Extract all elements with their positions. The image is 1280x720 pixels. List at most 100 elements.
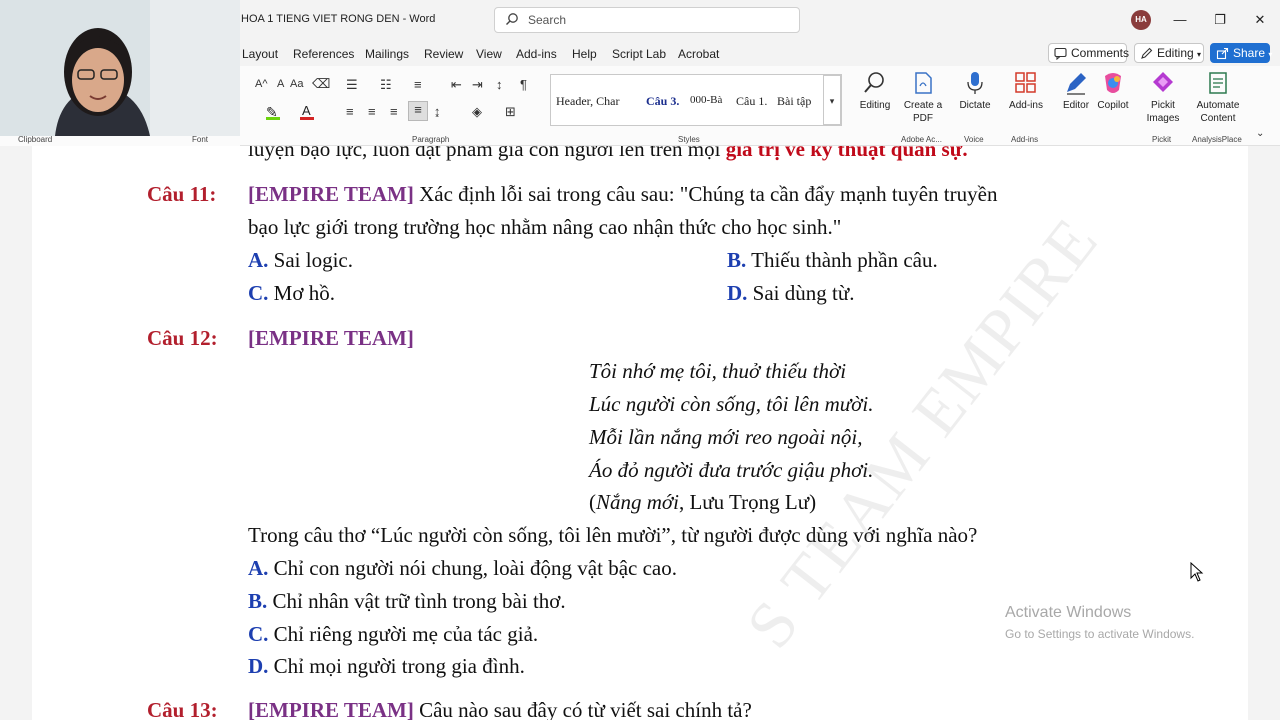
multilevel-list-icon[interactable]: ≡ — [414, 77, 422, 92]
q11-option-c[interactable]: C. Mơ hồ. — [248, 281, 335, 306]
presenter-image — [0, 0, 240, 136]
automate-content-label: Automate Content — [1196, 100, 1240, 124]
minimize-icon[interactable]: — — [1170, 10, 1190, 30]
pickit-icon — [1153, 72, 1173, 92]
style-bai-tap[interactable]: Bài tập — [777, 94, 811, 109]
editing-mode-label: Editing — [1157, 46, 1194, 60]
automate-content-button[interactable]: Automate Content — [1193, 70, 1243, 125]
tab-mailings[interactable]: Mailings — [365, 47, 409, 61]
q12-option-b[interactable]: B. Chỉ nhân vật trữ tình trong bài thơ. — [248, 589, 566, 614]
q11-option-b[interactable]: B. Thiếu thành phần câu. — [727, 248, 938, 273]
tab-script-lab[interactable]: Script Lab — [612, 47, 666, 61]
copilot-button[interactable]: Copilot — [1088, 70, 1138, 112]
comments-label: Comments — [1071, 46, 1130, 60]
q11-option-a[interactable]: A. Sai logic. — [248, 248, 353, 273]
question-12-team: [EMPIRE TEAM] — [248, 326, 414, 350]
q11-option-d[interactable]: D. Sai dùng từ. — [727, 281, 854, 306]
editing-mode-button[interactable]: Editing ▾ — [1134, 43, 1204, 63]
comments-button[interactable]: Comments — [1048, 43, 1130, 63]
style-header-char[interactable]: Header, Char — [556, 94, 620, 109]
close-icon[interactable]: ✕ — [1250, 10, 1270, 30]
chevron-down-icon: ▾ — [1197, 50, 1202, 59]
pickit-images-button[interactable]: Pickit Images — [1138, 70, 1188, 125]
align-right-icon[interactable]: ≡ — [390, 104, 398, 119]
highlight-swatch — [266, 117, 280, 120]
borders-icon[interactable]: ⊞ — [505, 104, 516, 120]
bullets-icon[interactable]: ☰ — [346, 77, 358, 93]
line-spacing-icon[interactable]: ↨ — [434, 104, 441, 119]
group-label-pickit: Pickit — [1152, 135, 1172, 144]
pilcrow-icon[interactable]: ¶ — [520, 77, 527, 92]
sort-icon[interactable]: ↕ — [496, 77, 503, 92]
search-placeholder: Search — [528, 13, 567, 27]
q12-option-a[interactable]: A. Chỉ con người nói chung, loài động vậ… — [248, 556, 677, 581]
share-button[interactable]: Share ▾ — [1210, 43, 1272, 63]
search-input[interactable]: Search — [494, 7, 800, 33]
align-center-icon[interactable]: ≡ — [368, 104, 376, 119]
top-line-text: luyện bạo lực, luôn đặt phẩm giá con ngư… — [248, 146, 726, 161]
tab-layout[interactable]: Layout — [242, 47, 278, 61]
numbering-icon[interactable]: ☷ — [380, 77, 392, 93]
align-left-icon[interactable]: ≡ — [346, 104, 354, 119]
grow-font-button[interactable]: A^ — [255, 78, 268, 90]
editing-button-label: Editing — [859, 100, 891, 111]
editor-icon — [1067, 73, 1086, 95]
q12-option-d[interactable]: D. Chỉ mọi người trong gia đình. — [248, 654, 525, 679]
poem-line-4: Áo đỏ người đưa trước giậu phơi. — [589, 458, 874, 482]
pickit-images-label: Pickit Images — [1146, 100, 1180, 124]
styles-gallery[interactable]: Header, Char Câu 3. 000-Bà Câu 1. Bài tậ… — [550, 74, 842, 126]
create-pdf-icon — [915, 72, 932, 94]
create-pdf-button[interactable]: Create a PDF — [898, 70, 948, 125]
clear-formatting-icon[interactable]: ⌫ — [312, 76, 330, 92]
shading-icon[interactable]: ◈ — [472, 104, 482, 120]
top-line: luyện bạo lực, luôn đặt phẩm giá con ngư… — [248, 146, 968, 162]
activate-windows-subtitle: Go to Settings to activate Windows. — [1005, 627, 1195, 641]
group-label-add-ins: Add-ins — [1011, 135, 1039, 144]
top-line-emphasis: giá trị về kỹ thuật quân sự. — [725, 146, 968, 161]
pencil-icon — [1141, 47, 1153, 59]
copilot-icon — [1105, 73, 1121, 93]
change-case-button[interactable]: Aa — [290, 78, 303, 90]
question-13-line: [EMPIRE TEAM] Câu nào sau đây có từ viết… — [248, 698, 752, 720]
tab-view[interactable]: View — [476, 47, 502, 61]
group-label-styles: Styles — [678, 135, 700, 144]
style-cau-3[interactable]: Câu 3. — [646, 94, 679, 109]
tab-add-ins[interactable]: Add-ins — [516, 47, 557, 61]
question-13-number: Câu 13: — [147, 698, 218, 720]
create-pdf-label: Create a PDF — [903, 100, 943, 124]
q12-option-c[interactable]: C. Chỉ riêng người mẹ của tác giả. — [248, 622, 538, 647]
tab-review[interactable]: Review — [424, 47, 463, 61]
font-color-icon[interactable]: A — [302, 103, 311, 118]
add-ins-button[interactable]: Add-ins — [1001, 70, 1051, 112]
dictate-button[interactable]: Dictate — [950, 70, 1000, 112]
question-11-line-1: [EMPIRE TEAM] Xác định lỗi sai trong câu… — [248, 182, 997, 207]
shrink-font-button[interactable]: A — [277, 78, 284, 90]
collapse-ribbon-icon[interactable]: ⌄ — [1256, 128, 1264, 139]
tab-acrobat[interactable]: Acrobat — [678, 47, 719, 61]
share-label: Share — [1233, 46, 1266, 60]
tab-help[interactable]: Help — [572, 47, 597, 61]
share-icon — [1216, 47, 1229, 60]
team-tag: [EMPIRE TEAM] — [248, 182, 414, 206]
automate-icon — [1209, 72, 1227, 94]
style-000-ba[interactable]: 000-Bà — [690, 94, 722, 106]
avatar[interactable]: HA — [1131, 10, 1151, 30]
poem-line-3: Mỗi lần nắng mới reo ngoài nội, — [589, 425, 863, 449]
decrease-indent-icon[interactable]: ⇤ — [451, 77, 462, 93]
increase-indent-icon[interactable]: ⇥ — [472, 77, 483, 93]
question-13-text: Câu nào sau đây có từ viết sai chính tả? — [413, 698, 752, 720]
poem-line-1: Tôi nhớ mẹ tôi, thuở thiếu thời — [589, 359, 847, 383]
editing-button[interactable]: Editing — [850, 70, 900, 112]
editor-label: Editor — [1062, 100, 1090, 111]
group-label-paragraph: Paragraph — [412, 135, 450, 144]
styles-more-icon[interactable]: ▾ — [823, 75, 841, 125]
justify-icon[interactable]: ≡ — [408, 101, 428, 121]
tab-references[interactable]: References — [293, 47, 354, 61]
question-12-number: Câu 12: — [147, 326, 218, 350]
group-label-adobe: Adobe Ac... — [901, 135, 942, 144]
add-ins-icon — [1015, 72, 1036, 93]
style-cau-1[interactable]: Câu 1. — [736, 94, 767, 109]
restore-icon[interactable]: ❐ — [1210, 10, 1230, 30]
font-color-swatch — [300, 117, 314, 120]
document-title: HOA 1 TIENG VIET RONG DEN - Word — [241, 13, 436, 25]
